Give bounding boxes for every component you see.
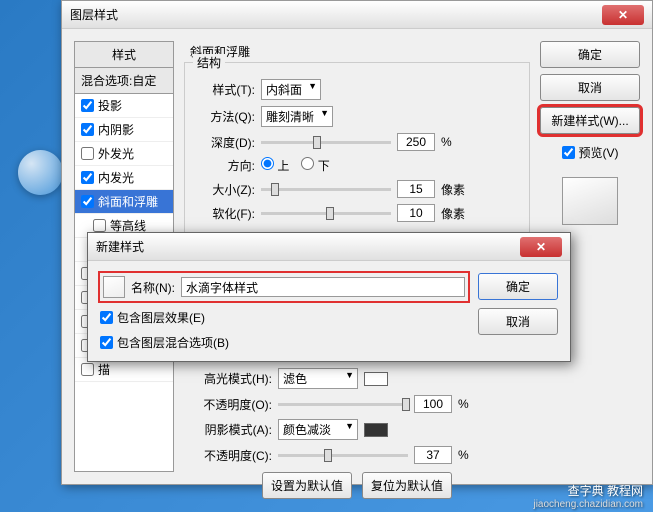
- unit: %: [458, 448, 469, 462]
- shadow-opacity-slider[interactable]: [278, 454, 408, 457]
- new-style-button[interactable]: 新建样式(W)...: [540, 107, 640, 134]
- shadow-opacity-input[interactable]: [414, 446, 452, 464]
- highlight-opacity-slider[interactable]: [278, 403, 408, 406]
- checkbox[interactable]: [93, 219, 106, 232]
- style-label: 描: [98, 361, 110, 378]
- style-label: 斜面和浮雕: [98, 193, 158, 210]
- size-unit: 像素: [441, 181, 465, 198]
- shadow-color-swatch[interactable]: [364, 423, 388, 437]
- technique-label: 方法(Q):: [195, 108, 255, 125]
- select-value: 雕刻清晰: [266, 110, 314, 124]
- include-effects-checkbox[interactable]: [100, 311, 113, 324]
- checkbox[interactable]: [81, 99, 94, 112]
- include-blend-checkbox[interactable]: [100, 336, 113, 349]
- checkbox[interactable]: [81, 147, 94, 160]
- radio-label: 上: [277, 159, 289, 173]
- preview-swatch: [562, 177, 618, 225]
- structure-fieldset: 结构 样式(T): 内斜面 方法(Q): 雕刻清晰 深度(D): % 方向:: [184, 62, 530, 239]
- checkbox[interactable]: [81, 195, 94, 208]
- sub-cancel-button[interactable]: 取消: [478, 308, 558, 335]
- include-effects-label: 包含图层效果(E): [117, 309, 205, 326]
- slider-thumb[interactable]: [313, 136, 321, 149]
- style-label: 内发光: [98, 169, 134, 186]
- slider-thumb[interactable]: [402, 398, 410, 411]
- structure-label: 结构: [193, 54, 225, 71]
- close-icon: ✕: [536, 240, 546, 254]
- unit: %: [458, 397, 469, 411]
- highlight-mode-label: 高光模式(H):: [184, 370, 272, 387]
- select-value: 滤色: [283, 372, 307, 386]
- soften-unit: 像素: [441, 205, 465, 222]
- include-blend-label: 包含图层混合选项(B): [117, 334, 229, 351]
- soften-input[interactable]: [397, 204, 435, 222]
- depth-slider[interactable]: [261, 141, 391, 144]
- highlight-opacity-label: 不透明度(O):: [184, 396, 272, 413]
- size-label: 大小(Z):: [195, 181, 255, 198]
- bevel-title: 斜面和浮雕: [184, 41, 530, 62]
- size-input[interactable]: [397, 180, 435, 198]
- sub-titlebar[interactable]: 新建样式 ✕: [88, 233, 570, 261]
- highlight-opacity-input[interactable]: [414, 395, 452, 413]
- watermark-sub: jiaocheng.chazidian.com: [533, 499, 643, 510]
- set-default-button[interactable]: 设置为默认值: [262, 472, 352, 499]
- style-item-drop-shadow[interactable]: 投影: [75, 94, 173, 118]
- direction-up-radio[interactable]: 上: [261, 157, 289, 174]
- slider-thumb[interactable]: [324, 449, 332, 462]
- reset-default-button[interactable]: 复位为默认值: [362, 472, 452, 499]
- new-style-dialog: 新建样式 ✕ 名称(N): 包含图层效果(E) 包含图层混合选项(B) 确定 取…: [87, 232, 571, 362]
- preview-label: 预览(V): [579, 144, 619, 161]
- name-label: 名称(N):: [131, 279, 175, 296]
- titlebar[interactable]: 图层样式 ✕: [62, 1, 652, 29]
- direction-label: 方向:: [195, 157, 255, 174]
- sub-ok-button[interactable]: 确定: [478, 273, 558, 300]
- direction-down-radio[interactable]: 下: [301, 157, 329, 174]
- sub-dialog-title: 新建样式: [96, 238, 144, 255]
- style-label: 外发光: [98, 145, 134, 162]
- highlight-color-swatch[interactable]: [364, 372, 388, 386]
- style-item-inner-shadow[interactable]: 内阴影: [75, 118, 173, 142]
- select-value: 颜色减淡: [283, 423, 331, 437]
- water-drop-decoration: [18, 150, 63, 195]
- style-item-bevel-emboss[interactable]: 斜面和浮雕: [75, 190, 173, 214]
- checkbox[interactable]: [81, 123, 94, 136]
- checkbox[interactable]: [81, 363, 94, 376]
- radio-label: 下: [318, 159, 330, 173]
- style-select[interactable]: 内斜面: [261, 79, 321, 100]
- style-label: 投影: [98, 97, 122, 114]
- slider-thumb[interactable]: [326, 207, 334, 220]
- soften-slider[interactable]: [261, 212, 391, 215]
- technique-select[interactable]: 雕刻清晰: [261, 106, 333, 127]
- style-item-inner-glow[interactable]: 内发光: [75, 166, 173, 190]
- close-icon: ✕: [618, 8, 628, 22]
- checkbox[interactable]: [81, 171, 94, 184]
- select-value: 内斜面: [266, 83, 302, 97]
- close-button[interactable]: ✕: [602, 5, 644, 25]
- radio[interactable]: [261, 157, 274, 170]
- soften-label: 软化(F):: [195, 205, 255, 222]
- dialog-title: 图层样式: [70, 6, 118, 23]
- styles-header: 样式: [75, 42, 173, 68]
- style-preview-icon: [103, 276, 125, 298]
- cancel-button[interactable]: 取消: [540, 74, 640, 101]
- depth-unit: %: [441, 135, 452, 149]
- depth-input[interactable]: [397, 133, 435, 151]
- depth-label: 深度(D):: [195, 134, 255, 151]
- name-input[interactable]: [181, 277, 465, 297]
- slider-thumb[interactable]: [271, 183, 279, 196]
- style-label: 内阴影: [98, 121, 134, 138]
- sub-close-button[interactable]: ✕: [520, 237, 562, 257]
- shadow-mode-label: 阴影模式(A):: [184, 421, 272, 438]
- shadow-opacity-label: 不透明度(C):: [184, 447, 272, 464]
- radio[interactable]: [301, 157, 314, 170]
- style-label: 样式(T):: [195, 81, 255, 98]
- preview-checkbox[interactable]: [562, 146, 575, 159]
- watermark-main: 查字典 教程网: [533, 482, 643, 499]
- ok-button[interactable]: 确定: [540, 41, 640, 68]
- size-slider[interactable]: [261, 188, 391, 191]
- style-item-outer-glow[interactable]: 外发光: [75, 142, 173, 166]
- watermark: 查字典 教程网 jiaocheng.chazidian.com: [533, 482, 643, 510]
- highlight-mode-select[interactable]: 滤色: [278, 368, 358, 389]
- blend-options-header[interactable]: 混合选项:自定: [75, 68, 173, 94]
- shadow-mode-select[interactable]: 颜色减淡: [278, 419, 358, 440]
